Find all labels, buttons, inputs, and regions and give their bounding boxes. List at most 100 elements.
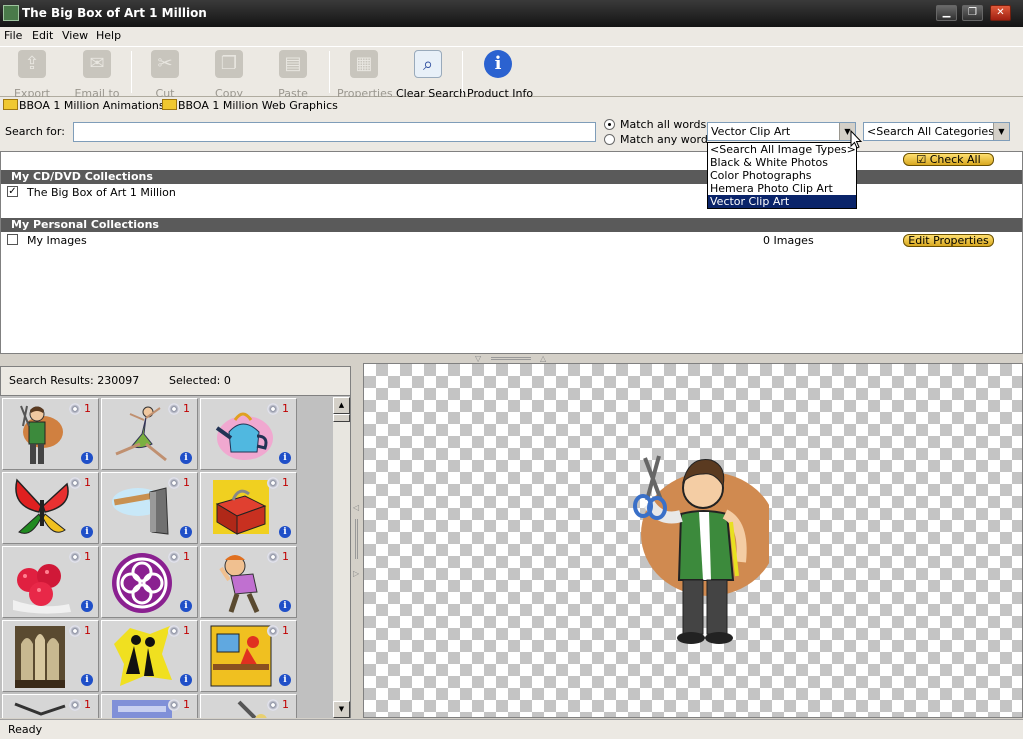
personal-collections-header: My Personal Collections [1, 218, 1022, 232]
raspberries-art [13, 564, 71, 614]
splitter-grip-icon [491, 357, 531, 360]
info-icon[interactable]: i [279, 674, 291, 686]
info-icon[interactable]: i [81, 526, 93, 538]
results-header: Search Results: 230097 Selected: 0 [0, 366, 351, 396]
thumbnail-scrollbar[interactable]: ▲ ▼ [333, 397, 350, 718]
thumbnail-cathedral[interactable]: 1 i [2, 620, 99, 692]
match-any-radio[interactable] [604, 134, 615, 145]
cd-collections-header: My CD/DVD Collections [1, 170, 1022, 184]
info-icon[interactable]: i [81, 600, 93, 612]
disc-icon [168, 403, 180, 415]
dropdown-option-selected[interactable]: Vector Clip Art [708, 195, 856, 208]
info-icon[interactable]: i [279, 452, 291, 464]
clear-search-button[interactable]: ⌕ Clear Search [396, 50, 466, 100]
personal-collection-checkbox[interactable] [7, 234, 18, 245]
disc-icon [267, 403, 279, 415]
info-icon[interactable]: i [180, 526, 192, 538]
info-icon[interactable]: i [180, 600, 192, 612]
thumbnail-ballet-dancer[interactable]: 1 i [101, 398, 198, 470]
thumbnail-dancing-couple[interactable]: 1 i [101, 620, 198, 692]
image-type-select[interactable]: Vector Clip Art ▼ [707, 122, 856, 141]
thumbnail-axe[interactable]: 1 i [101, 472, 198, 544]
scroll-down-icon[interactable]: ▼ [333, 701, 350, 718]
edit-properties-button[interactable]: Edit Properties [903, 234, 994, 247]
thumbnail-partial[interactable]: 1 [200, 694, 297, 718]
info-icon[interactable]: i [180, 674, 192, 686]
check-all-button[interactable]: ☑ Check All [903, 153, 994, 166]
link-animations[interactable]: BBOA 1 Million Animations [3, 99, 165, 112]
info-icon[interactable]: i [279, 526, 291, 538]
man-at-computer-art [210, 625, 272, 687]
thumbnail-celtic-knot[interactable]: 1 i [101, 546, 198, 618]
magnifier-icon: ⌕ [414, 50, 442, 78]
disc-icon [69, 477, 81, 489]
menu-help[interactable]: Help [96, 29, 121, 42]
toolbar: ⇪ Export ✉ Email to ✂ Cut ❐ Copy ▤ Paste… [0, 46, 1023, 100]
thumbnail-partial[interactable]: 1 [2, 694, 99, 718]
disc-icon [168, 477, 180, 489]
product-info-button[interactable]: i Product Info [467, 50, 533, 100]
thumb-count: 1 [84, 402, 91, 415]
scroll-thumb[interactable] [333, 414, 350, 422]
thumbnail-butterfly[interactable]: 1 i [2, 472, 99, 544]
thumbnail-partial[interactable]: 1 [101, 694, 198, 718]
collections-panel: ☑ Check All My CD/DVD Collections ✓ The … [0, 151, 1023, 354]
dropdown-option[interactable]: Black & White Photos [708, 156, 856, 169]
info-icon[interactable]: i [180, 452, 192, 464]
tailor-art [20, 405, 63, 464]
thumbnail-toolbox[interactable]: 1 i [200, 472, 297, 544]
menu-file[interactable]: File [4, 29, 22, 42]
close-button[interactable]: ✕ [990, 5, 1011, 21]
app-icon [3, 5, 19, 21]
horizontal-splitter[interactable]: ▽ △ [0, 354, 1023, 363]
menu-edit[interactable]: Edit [32, 29, 53, 42]
splitter-down-icon: ▽ [475, 354, 482, 363]
thumbnail-tailor[interactable]: 1 i [2, 398, 99, 470]
thumb-count: 1 [282, 698, 289, 711]
minimize-button[interactable]: ▁ [936, 5, 957, 21]
info-icon[interactable]: i [279, 600, 291, 612]
thumbnail-grid: 1 i 1 i 1 i 1 i 1 i 1 i 1 i 1 i 1 i 1 i … [0, 396, 351, 718]
mouse-pointer-icon [850, 130, 863, 149]
info-icon[interactable]: i [81, 674, 93, 686]
restore-button[interactable]: ❐ [962, 5, 983, 21]
cd-collection-checkbox[interactable]: ✓ [7, 186, 18, 197]
tailor-preview-art [633, 455, 769, 644]
cut-button[interactable]: ✂ Cut [145, 50, 185, 100]
email-button[interactable]: ✉ Email to [70, 50, 124, 100]
copy-button[interactable]: ❐ Copy [207, 50, 251, 100]
disc-icon [69, 699, 81, 711]
thumbnail-raspberries[interactable]: 1 i [2, 546, 99, 618]
vertical-splitter[interactable]: ◁ ▷ [351, 363, 363, 718]
link-web-graphics[interactable]: BBOA 1 Million Web Graphics [162, 99, 338, 112]
thumbnail-man-at-computer[interactable]: 1 i [200, 620, 297, 692]
chevron-down-icon[interactable]: ▼ [993, 123, 1009, 140]
celtic-knot-art [112, 553, 172, 613]
image-type-dropdown: <Search All Image Types> Black & White P… [707, 142, 857, 209]
category-select[interactable]: <Search All Categories> ▼ [863, 122, 1010, 141]
thumb-count: 1 [84, 624, 91, 637]
dropdown-option[interactable]: <Search All Image Types> [708, 143, 856, 156]
image-preview [363, 363, 1023, 718]
dropdown-option[interactable]: Color Photographs [708, 169, 856, 182]
thumb-count: 1 [282, 402, 289, 415]
dancing-couple-art [114, 626, 172, 686]
paste-button[interactable]: ▤ Paste [271, 50, 315, 100]
info-icon[interactable]: i [81, 452, 93, 464]
search-input[interactable] [73, 122, 596, 142]
menu-view[interactable]: View [62, 29, 88, 42]
export-icon: ⇪ [18, 50, 46, 78]
properties-button[interactable]: ▦ Properties [337, 50, 393, 100]
info-icon: i [484, 50, 512, 78]
folder-icon [162, 99, 177, 110]
window-title: The Big Box of Art 1 Million [22, 6, 207, 20]
disc-icon [69, 403, 81, 415]
dropdown-option[interactable]: Hemera Photo Clip Art [708, 182, 856, 195]
disc-icon [267, 551, 279, 563]
thumbnail-teapot[interactable]: 1 i [200, 398, 297, 470]
export-button[interactable]: ⇪ Export [8, 50, 56, 100]
scroll-up-icon[interactable]: ▲ [333, 397, 350, 414]
match-any-label: Match any word [620, 133, 708, 146]
match-all-radio[interactable] [604, 119, 615, 130]
thumbnail-frustrated-man[interactable]: 1 i [200, 546, 297, 618]
